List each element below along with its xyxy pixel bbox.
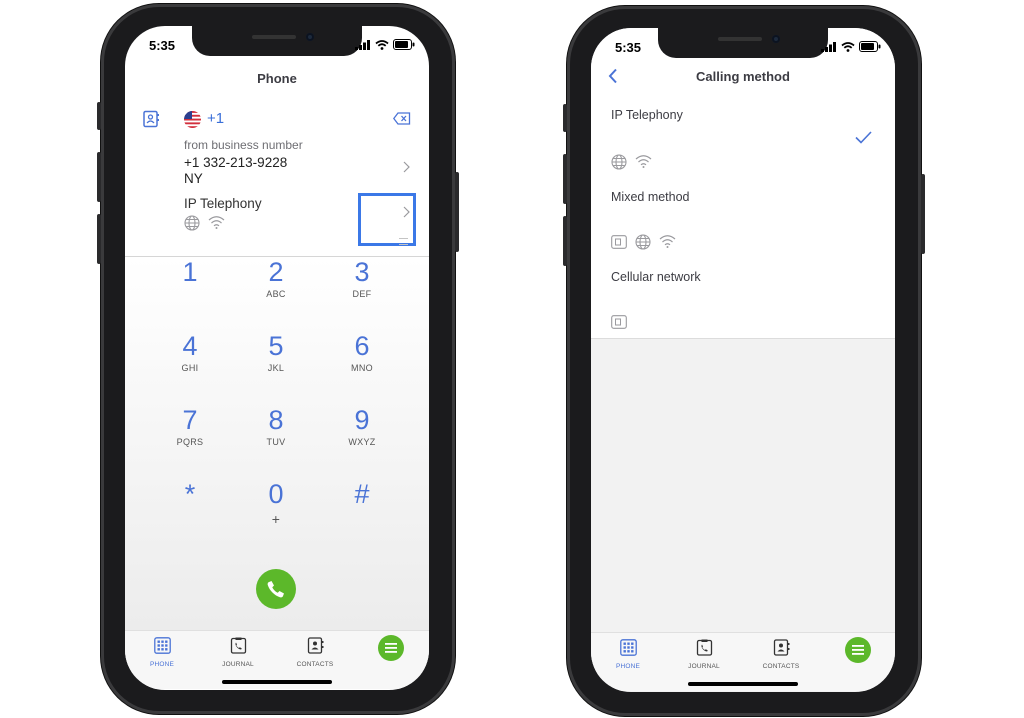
status-time: 5:35 <box>615 40 642 55</box>
power-button <box>921 174 925 254</box>
key-star[interactable]: * <box>160 479 220 511</box>
menu-button[interactable] <box>378 635 404 661</box>
option-label: Mixed method <box>611 190 690 204</box>
contacts-icon <box>773 639 789 656</box>
wifi-icon <box>208 216 225 229</box>
right-phone-frame: 5:35 Calling method IP Telephony Mixed m… <box>563 6 925 716</box>
key-1[interactable]: 1 <box>160 257 220 289</box>
option-cellular-network[interactable]: Cellular network <box>591 258 895 339</box>
key-2[interactable]: 2 ABC <box>246 257 306 299</box>
key-9[interactable]: 9 WXYZ <box>332 405 392 447</box>
key-hash[interactable]: # <box>332 479 392 511</box>
globe-icon <box>635 234 651 250</box>
side-button <box>97 102 101 130</box>
speaker <box>718 37 762 41</box>
status-time: 5:35 <box>149 38 176 53</box>
tab-journal[interactable]: JOURNAL <box>674 639 734 670</box>
drag-handle[interactable] <box>399 238 408 245</box>
camera <box>306 33 314 41</box>
key-6[interactable]: 6 MNO <box>332 331 392 373</box>
right-screen: 5:35 Calling method IP Telephony Mixed m… <box>591 28 895 692</box>
option-label: IP Telephony <box>611 108 683 122</box>
tab-label: JOURNAL <box>222 661 254 668</box>
dialpad-icon <box>619 639 637 656</box>
tab-contacts[interactable]: CONTACTS <box>285 637 345 668</box>
volume-down-button <box>563 216 567 266</box>
call-button[interactable] <box>256 569 296 609</box>
wifi-icon <box>635 155 652 168</box>
tab-label: CONTACTS <box>762 663 800 670</box>
menu-icon <box>385 643 397 653</box>
globe-icon <box>184 215 200 231</box>
wifi-status-icon <box>375 39 389 50</box>
option-ip-telephony[interactable]: IP Telephony <box>591 98 895 179</box>
option-label: Cellular network <box>611 270 701 284</box>
from-business-label: from business number <box>184 138 303 152</box>
notch <box>658 28 828 58</box>
signal-icon <box>821 41 836 52</box>
status-icons <box>355 39 415 50</box>
region-label: NY <box>184 171 203 186</box>
tab-label: CONTACTS <box>296 661 334 668</box>
battery-icon <box>859 41 881 52</box>
option-mixed-method[interactable]: Mixed method <box>591 178 895 259</box>
tab-journal[interactable]: JOURNAL <box>208 637 268 668</box>
sim-icon <box>611 235 627 249</box>
power-button <box>455 172 459 252</box>
country-code[interactable]: +1 <box>207 110 224 127</box>
speaker <box>252 35 296 39</box>
key-0[interactable]: 0 + <box>246 479 306 527</box>
tab-label: PHONE <box>149 661 175 668</box>
volume-up-button <box>563 154 567 204</box>
notch <box>192 26 362 56</box>
business-number[interactable]: +1 332-213-9228 <box>184 155 287 170</box>
key-5[interactable]: 5 JKL <box>246 331 306 373</box>
tab-contacts[interactable]: CONTACTS <box>751 639 811 670</box>
calling-method-label[interactable]: IP Telephony <box>184 196 262 211</box>
globe-icon <box>611 154 627 170</box>
backspace-icon[interactable] <box>393 112 411 125</box>
address-book-icon[interactable] <box>142 110 160 128</box>
tab-label: JOURNAL <box>688 663 720 670</box>
signal-icon <box>355 39 370 50</box>
journal-icon <box>696 639 712 656</box>
home-indicator[interactable] <box>688 682 798 686</box>
key-7[interactable]: 7 PQRS <box>160 405 220 447</box>
checkmark-icon <box>855 131 872 144</box>
sim-icon <box>611 315 627 329</box>
us-flag-icon[interactable] <box>184 111 201 128</box>
page-title: Calling method <box>696 69 790 84</box>
key-8[interactable]: 8 TUV <box>246 405 306 447</box>
tab-phone[interactable]: PHONE <box>598 639 658 670</box>
phone-icon <box>267 581 284 598</box>
chevron-right-icon[interactable] <box>403 161 410 173</box>
camera <box>772 35 780 43</box>
volume-up-button <box>97 152 101 202</box>
menu-button[interactable] <box>845 637 871 663</box>
tab-phone[interactable]: PHONE <box>132 637 192 668</box>
wifi-icon <box>659 235 676 248</box>
key-4[interactable]: 4 GHI <box>160 331 220 373</box>
status-icons <box>821 41 881 52</box>
journal-icon <box>230 637 246 654</box>
menu-icon <box>852 645 864 655</box>
wifi-status-icon <box>841 41 855 52</box>
battery-icon <box>393 39 415 50</box>
key-3[interactable]: 3 DEF <box>332 257 392 299</box>
tab-label: PHONE <box>615 663 641 670</box>
home-indicator[interactable] <box>222 680 332 684</box>
contacts-icon <box>307 637 323 654</box>
left-phone-frame: 5:35 Phone +1 from business number +1 33… <box>97 4 459 714</box>
side-button <box>563 104 567 132</box>
page-title: Phone <box>257 71 297 86</box>
left-screen: 5:35 Phone +1 from business number +1 33… <box>125 26 429 690</box>
dialpad-area: 1 2 ABC 3 DEF 4 GHI 5 JKL 6 MNO 7 PQRS 8 TUV 9W… <box>125 256 429 631</box>
dialpad-icon <box>153 637 171 654</box>
volume-down-button <box>97 214 101 264</box>
